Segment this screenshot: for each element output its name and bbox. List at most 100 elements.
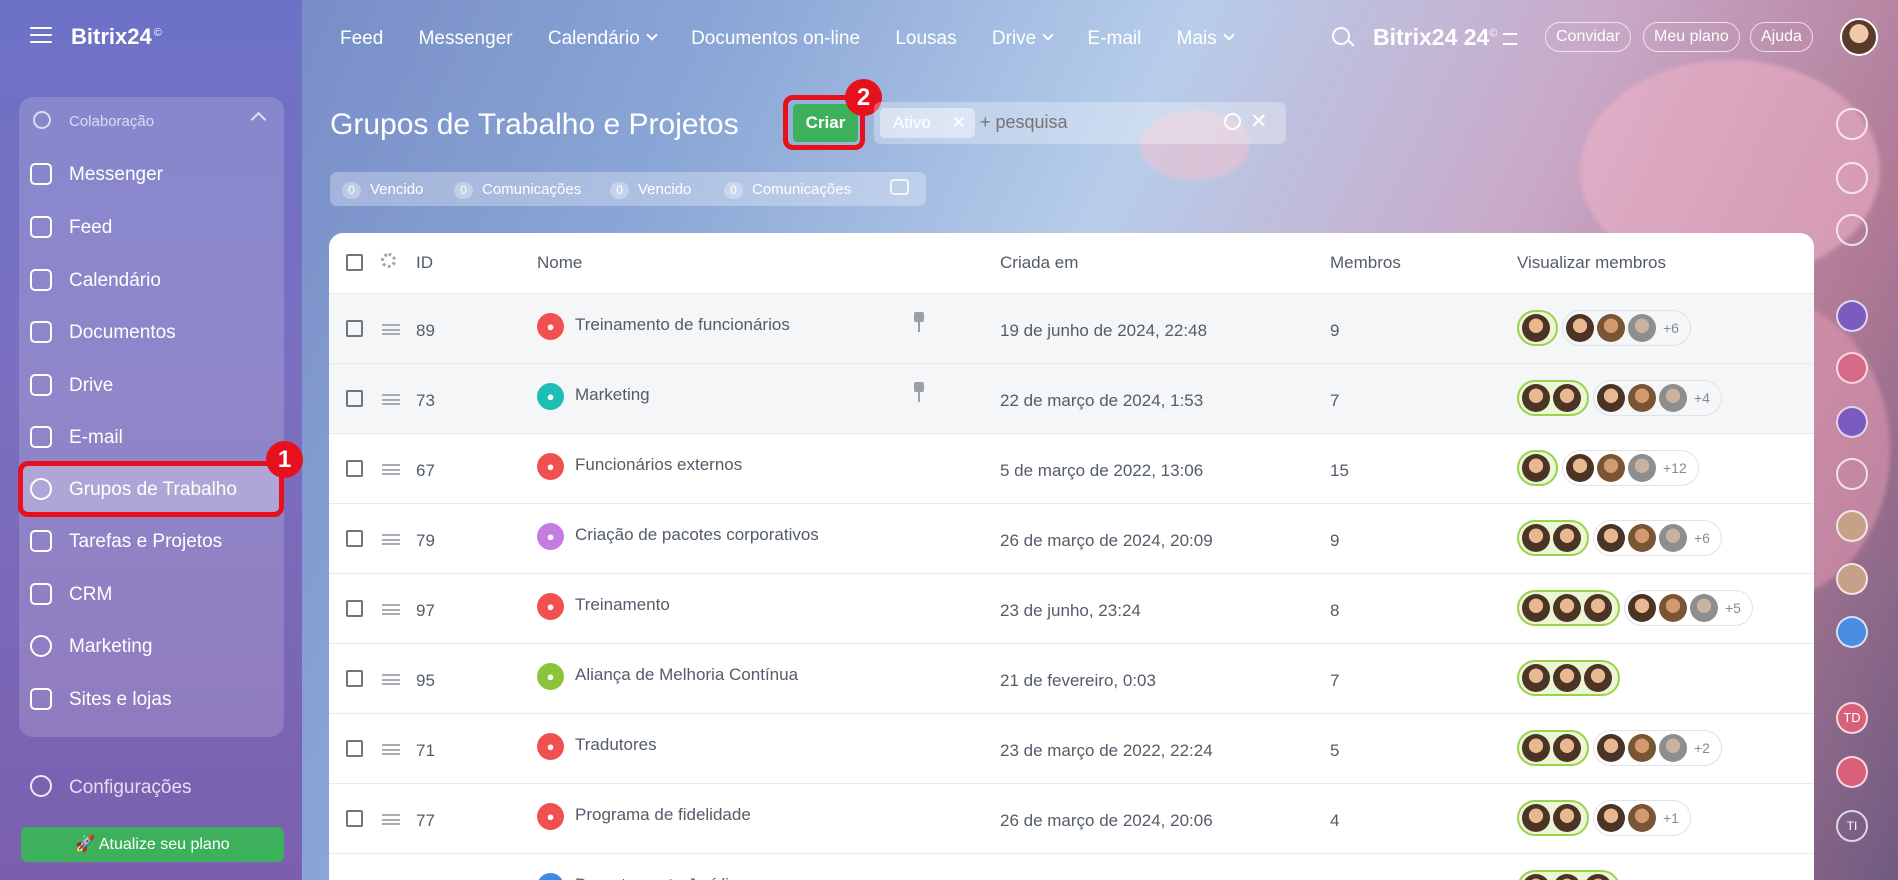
nav-email[interactable]: E-mail bbox=[1088, 28, 1142, 49]
avatar[interactable] bbox=[1836, 563, 1868, 595]
sidebar-item-crm[interactable]: CRM bbox=[19, 571, 284, 617]
group-name-link[interactable]: Criação de pacotes corporativos bbox=[575, 525, 819, 545]
sidebar-item-feed[interactable]: Feed bbox=[19, 204, 284, 250]
pin-icon[interactable] bbox=[914, 312, 924, 332]
drag-handle-icon[interactable] bbox=[382, 744, 400, 755]
members-avatars[interactable]: +2 bbox=[1593, 730, 1722, 766]
user-avatar[interactable] bbox=[1840, 18, 1878, 56]
app-logo[interactable]: Bitrix24 © bbox=[71, 24, 162, 50]
nav-online-docs[interactable]: Documentos on-line bbox=[691, 28, 860, 49]
select-all-checkbox[interactable] bbox=[346, 254, 363, 271]
members-avatars[interactable]: +6 bbox=[1593, 520, 1722, 556]
counter-overdue[interactable]: 0 Vencido bbox=[610, 181, 691, 199]
members-avatars[interactable]: +4 bbox=[1593, 380, 1722, 416]
owners-avatars[interactable] bbox=[1517, 380, 1589, 416]
sidebar-item-email[interactable]: E-mail bbox=[19, 414, 284, 460]
drag-handle-icon[interactable] bbox=[382, 674, 400, 685]
group-name-link[interactable]: Treinamento bbox=[575, 595, 670, 615]
drag-handle-icon[interactable] bbox=[382, 604, 400, 615]
owners-avatars[interactable] bbox=[1517, 310, 1558, 346]
drag-handle-icon[interactable] bbox=[382, 814, 400, 825]
sidebar-item-messenger[interactable]: Messenger bbox=[19, 151, 284, 197]
sidebar-item-marketing[interactable]: Marketing bbox=[19, 623, 284, 669]
drag-handle-icon[interactable] bbox=[382, 534, 400, 545]
group-name-link[interactable]: Programa de fidelidade bbox=[575, 805, 751, 825]
sidebar-item-drive[interactable]: Drive bbox=[19, 362, 284, 408]
upgrade-plan-button[interactable]: 🚀 Atualize seu plano bbox=[21, 827, 284, 862]
search-input[interactable] bbox=[980, 112, 1210, 133]
chat-icon[interactable] bbox=[890, 179, 909, 195]
row-checkbox[interactable] bbox=[346, 460, 363, 477]
row-checkbox[interactable] bbox=[346, 390, 363, 407]
activity-icon[interactable] bbox=[1836, 162, 1868, 194]
table-row[interactable]: 73 ● Marketing 22 de março de 2024, 1:53 7 +4 bbox=[329, 363, 1814, 433]
sidebar-item-documents[interactable]: Documentos bbox=[19, 309, 284, 355]
people-icon[interactable] bbox=[1836, 352, 1868, 384]
search-icon[interactable] bbox=[1332, 27, 1350, 45]
circle-icon[interactable] bbox=[1836, 458, 1868, 490]
owners-avatars[interactable] bbox=[1517, 730, 1589, 766]
column-members[interactable]: Membros bbox=[1330, 253, 1417, 273]
drag-handle-icon[interactable] bbox=[382, 464, 400, 475]
user-initials-td[interactable]: TD bbox=[1836, 702, 1868, 734]
search-icon[interactable] bbox=[1224, 113, 1241, 130]
nav-more[interactable]: Mais bbox=[1177, 28, 1233, 49]
chevron-up-icon[interactable] bbox=[250, 111, 267, 128]
copilot-icon[interactable] bbox=[1836, 300, 1868, 332]
row-checkbox[interactable] bbox=[346, 320, 363, 337]
avatar[interactable] bbox=[1836, 510, 1868, 542]
sync-icon[interactable] bbox=[1836, 214, 1868, 246]
group-name-link[interactable]: Departamento Jurídico bbox=[575, 875, 747, 880]
table-row[interactable]: 71 ● Tradutores 23 de março de 2022, 22:24 5… bbox=[329, 713, 1814, 783]
pin-icon[interactable] bbox=[914, 382, 924, 402]
counter-overdue[interactable]: 0 Vencido bbox=[342, 181, 423, 199]
members-avatars[interactable]: +12 bbox=[1562, 450, 1699, 486]
table-row[interactable]: 89 ● Treinamento de funcionários 19 de junh… bbox=[329, 293, 1814, 363]
menu-icon[interactable] bbox=[30, 27, 52, 43]
nav-calendar[interactable]: Calendário bbox=[548, 28, 656, 49]
row-checkbox[interactable] bbox=[346, 740, 363, 757]
sidebar-item-calendar[interactable]: Calendário bbox=[19, 257, 284, 303]
group-name-link[interactable]: Treinamento de funcionários bbox=[575, 315, 790, 335]
counter-comments[interactable]: 0 Comunicações bbox=[454, 181, 581, 199]
column-id[interactable]: ID bbox=[416, 253, 433, 273]
owners-avatars[interactable] bbox=[1517, 520, 1589, 556]
owners-avatars[interactable] bbox=[1517, 870, 1620, 880]
owners-avatars[interactable] bbox=[1517, 660, 1620, 696]
nav-messenger[interactable]: Messenger bbox=[419, 28, 513, 49]
row-checkbox[interactable] bbox=[346, 810, 363, 827]
sidebar-item-tasks[interactable]: Tarefas e Projetos bbox=[19, 518, 284, 564]
table-row[interactable]: 95 ● Aliança de Melhoria Contínua 21 de fev… bbox=[329, 643, 1814, 713]
column-name[interactable]: Nome bbox=[537, 253, 582, 273]
nav-feed[interactable]: Feed bbox=[340, 28, 383, 49]
filter-bar[interactable]: Ativo✕ ✕ bbox=[874, 102, 1286, 144]
filter-tag-active[interactable]: Ativo ✕ bbox=[880, 108, 975, 138]
close-icon[interactable]: ✕ bbox=[952, 108, 966, 138]
sidebar-item-settings[interactable]: Configurações bbox=[19, 773, 284, 803]
owners-avatars[interactable] bbox=[1517, 590, 1620, 626]
my-plan-button[interactable]: Meu plano bbox=[1643, 22, 1740, 52]
bookmark-icon[interactable] bbox=[1836, 756, 1868, 788]
group-name-link[interactable]: Funcionários externos bbox=[575, 455, 742, 475]
nav-drive[interactable]: Drive bbox=[992, 28, 1052, 49]
group-name-link[interactable]: Marketing bbox=[575, 385, 650, 405]
invite-button[interactable]: Convidar bbox=[1545, 22, 1632, 52]
gear-icon[interactable] bbox=[381, 253, 396, 268]
drag-handle-icon[interactable] bbox=[382, 394, 400, 405]
table-row[interactable]: 67 ● Funcionários externos 5 de março de 20… bbox=[329, 433, 1814, 503]
chat-icon[interactable] bbox=[1836, 616, 1868, 648]
column-created[interactable]: Criada em bbox=[1000, 253, 1078, 273]
owners-avatars[interactable] bbox=[1517, 450, 1558, 486]
row-checkbox[interactable] bbox=[346, 670, 363, 687]
nav-boards[interactable]: Lousas bbox=[895, 28, 956, 49]
drag-handle-icon[interactable] bbox=[382, 324, 400, 335]
members-avatars[interactable]: +6 bbox=[1562, 310, 1691, 346]
owners-avatars[interactable] bbox=[1517, 800, 1589, 836]
settings-sliders-icon[interactable] bbox=[1503, 33, 1517, 45]
bell-icon[interactable] bbox=[1836, 108, 1868, 140]
sidebar-item-sites[interactable]: Sites e lojas bbox=[19, 676, 284, 722]
copilot-icon[interactable] bbox=[1836, 406, 1868, 438]
user-initials-ti[interactable]: TI bbox=[1836, 810, 1868, 842]
group-name-link[interactable]: Tradutores bbox=[575, 735, 657, 755]
table-row[interactable]: 97 ● Treinamento 23 de junho, 23:24 8 +5 bbox=[329, 573, 1814, 643]
